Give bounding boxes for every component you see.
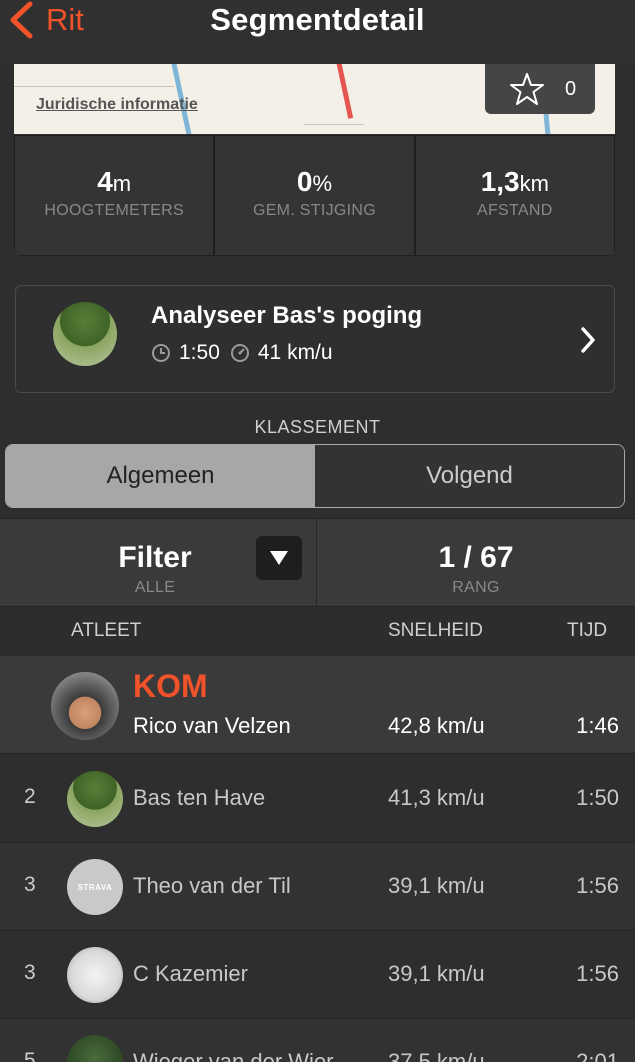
nav-bar: Rit Segmentdetail (0, 0, 635, 64)
stat-value: 0 (296, 166, 313, 197)
athlete-speed: 42,8 km/u (388, 713, 485, 738)
speedometer-icon (230, 344, 249, 362)
table-row[interactable]: 3 C Kazemier 39,1 km/u 1:56 (0, 931, 635, 1019)
avatar (67, 947, 123, 1003)
athlete-name: Bas ten Have (133, 785, 266, 810)
rank-label: RANG (452, 579, 500, 596)
chevron-right-icon (581, 327, 595, 353)
table-row[interactable]: 5 Wieger van der Wier 37,5 km/u 2:01 (0, 1019, 635, 1062)
stat-unit: km (519, 171, 549, 196)
athlete-speed: 39,1 km/u (388, 961, 485, 986)
page-title: Segmentdetail (210, 2, 425, 37)
athlete-name: Rico van Velzen (133, 713, 291, 738)
stat-grade: 0% GEM. STIJGING (214, 135, 415, 256)
athlete-time: 1:56 (576, 961, 619, 986)
filter-value: ALLE (134, 579, 176, 596)
tab-following[interactable]: Volgend (315, 445, 624, 507)
avatar: STRAVA (67, 859, 123, 915)
analyse-title: Analyseer Bas's poging (151, 302, 423, 329)
legal-info-link[interactable]: Juridische informatie (36, 96, 198, 114)
segment-stats: 4m HOOGTEMETERS 0% GEM. STIJGING 1,3km A… (14, 135, 615, 256)
map-line (304, 124, 364, 125)
stat-value: 4 (97, 166, 113, 197)
stat-label: HOOGTEMETERS (44, 202, 184, 219)
filter-dropdown-button[interactable] (256, 536, 302, 580)
athlete-speed: 41,3 km/u (388, 785, 485, 810)
athlete-speed: 37,5 km/u (388, 1049, 485, 1062)
athlete-rank: 3 (24, 961, 36, 984)
athlete-time: 1:56 (576, 873, 619, 898)
athlete-time: 1:46 (576, 713, 619, 738)
stat-unit: % (312, 171, 333, 196)
table-row[interactable]: KOM Rico van Velzen 42,8 km/u 1:46 (0, 656, 635, 754)
athlete-time: 1:50 (576, 785, 619, 810)
athlete-time: 2:01 (576, 1049, 619, 1062)
athlete-name: Wieger van der Wier (133, 1049, 334, 1062)
column-speed: SNELHEID (388, 620, 484, 641)
athlete-rank: 5 (24, 1049, 36, 1062)
athlete-rank: 2 (24, 785, 36, 808)
ranking-segmented-control: Algemeen Volgend (5, 444, 625, 508)
column-time: TIJD (567, 620, 608, 641)
map-line (14, 86, 174, 87)
avatar (53, 302, 117, 366)
clock-icon (152, 344, 170, 362)
table-row[interactable]: 2 Bas ten Have 41,3 km/u 1:50 (0, 755, 635, 843)
analyse-speed: 41 km/u (257, 341, 333, 364)
stat-value: 1,3 (480, 166, 520, 197)
kom-label: KOM (133, 668, 208, 704)
column-athlete: ATLEET (71, 620, 142, 641)
stat-unit: m (112, 171, 132, 196)
table-row[interactable]: 3 STRAVA Theo van der Til 39,1 km/u 1:56 (0, 843, 635, 931)
athlete-rank: 3 (24, 873, 36, 896)
athlete-speed: 39,1 km/u (388, 873, 485, 898)
stat-label: GEM. STIJGING (252, 202, 376, 219)
stat-label: AFSTAND (477, 202, 553, 219)
athlete-name: Theo van der Til (133, 873, 291, 898)
stat-elevation: 4m HOOGTEMETERS (14, 135, 215, 256)
triangle-down-icon (270, 551, 288, 565)
leaderboard-header: ATLEET SNELHEID TIJD (0, 608, 635, 656)
analyse-effort-card[interactable]: Analyseer Bas's poging 1:50 41 km/u (15, 285, 615, 393)
avatar (51, 672, 119, 740)
analyse-time: 1:50 (179, 341, 220, 364)
avatar (67, 1035, 123, 1062)
segment-route (335, 64, 354, 119)
star-button[interactable]: 0 (485, 64, 595, 114)
athlete-name: C Kazemier (133, 961, 248, 986)
stat-distance: 1,3km AFSTAND (414, 135, 615, 256)
filter-bar: Filter ALLE 1 / 67 RANG (0, 518, 635, 608)
analyse-meta: 1:50 41 km/u (151, 341, 333, 365)
ranking-section-label: KLASSEMENT (254, 417, 381, 437)
segment-map[interactable]: Juridische informatie 0 (14, 64, 615, 134)
star-count: 0 (565, 77, 577, 100)
strava-avatar-text: STRAVA (77, 882, 113, 892)
avatar (67, 771, 123, 827)
rank-value: 1 / 67 (438, 541, 514, 574)
tab-overall[interactable]: Algemeen (6, 445, 315, 507)
star-icon (510, 73, 544, 105)
